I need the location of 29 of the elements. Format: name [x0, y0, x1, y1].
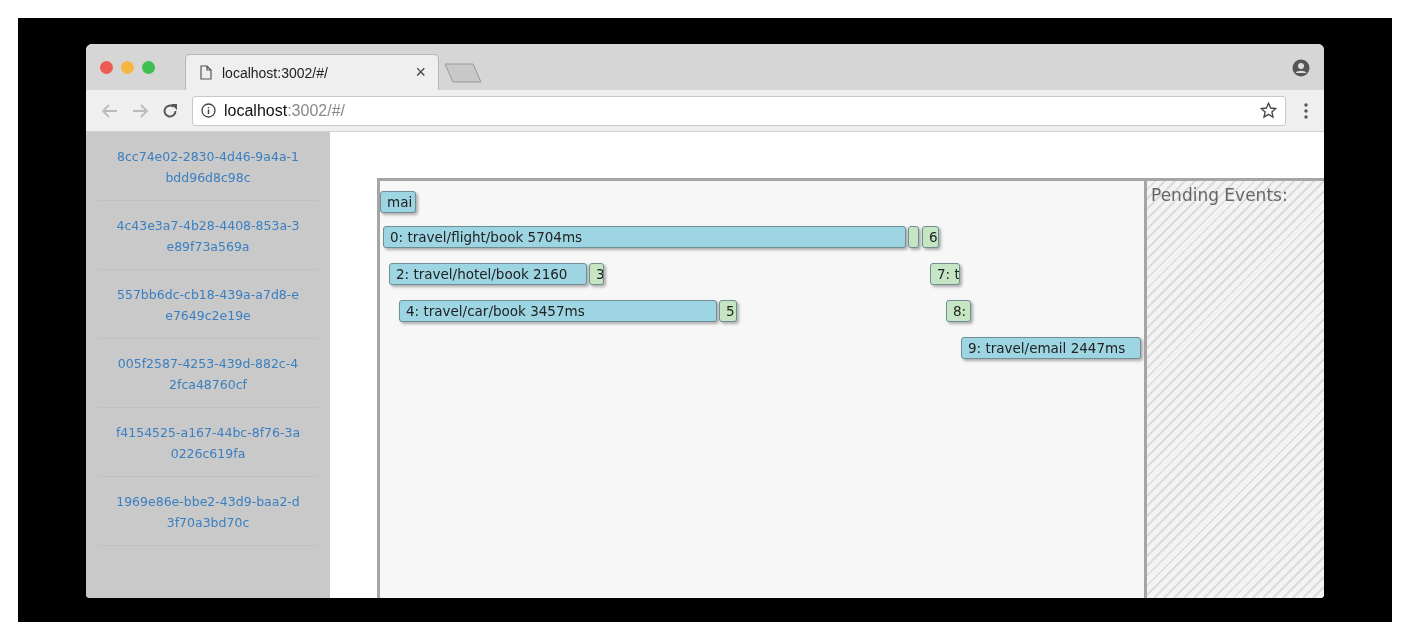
timeline-span[interactable]: 2: travel/hotel/book 2160 — [389, 263, 587, 285]
timeline-span[interactable]: 9: travel/email 2447ms — [961, 337, 1141, 359]
forward-icon[interactable] — [132, 103, 148, 118]
close-window-button[interactable] — [100, 61, 113, 74]
back-icon[interactable] — [102, 103, 118, 118]
pending-events-title: Pending Events: — [1151, 185, 1289, 205]
timeline-span[interactable]: 7: t — [930, 263, 960, 285]
page-icon — [200, 65, 212, 80]
timeline-span[interactable]: 5 — [719, 300, 737, 322]
timeline-span[interactable]: 6 — [922, 226, 939, 248]
maximize-window-button[interactable] — [142, 61, 155, 74]
browser-tab[interactable]: localhost:3002/#/ × — [185, 54, 439, 90]
timeline-span[interactable] — [908, 226, 919, 248]
minimize-window-button[interactable] — [121, 61, 134, 74]
tab-title: localhost:3002/#/ — [222, 64, 329, 81]
timeline-span[interactable]: 8: — [946, 300, 971, 322]
url-text: localhost:3002/#/ — [224, 101, 346, 120]
bookmark-star-icon[interactable] — [1260, 102, 1277, 119]
address-bar[interactable]: localhost:3002/#/ — [192, 95, 1286, 126]
reload-icon[interactable] — [162, 102, 178, 119]
timeline-span[interactable]: 3 — [589, 263, 604, 285]
timeline-span[interactable]: 0: travel/flight/book 5704ms — [383, 226, 906, 248]
timeline-span[interactable]: 4: travel/car/book 3457ms — [399, 300, 717, 322]
info-icon — [201, 103, 216, 118]
timeline-span[interactable]: mai — [380, 191, 416, 213]
new-tab-button[interactable] — [443, 62, 483, 84]
menu-icon[interactable] — [1304, 102, 1308, 119]
close-tab-button[interactable]: × — [415, 62, 426, 83]
profile-icon[interactable] — [1292, 59, 1310, 77]
